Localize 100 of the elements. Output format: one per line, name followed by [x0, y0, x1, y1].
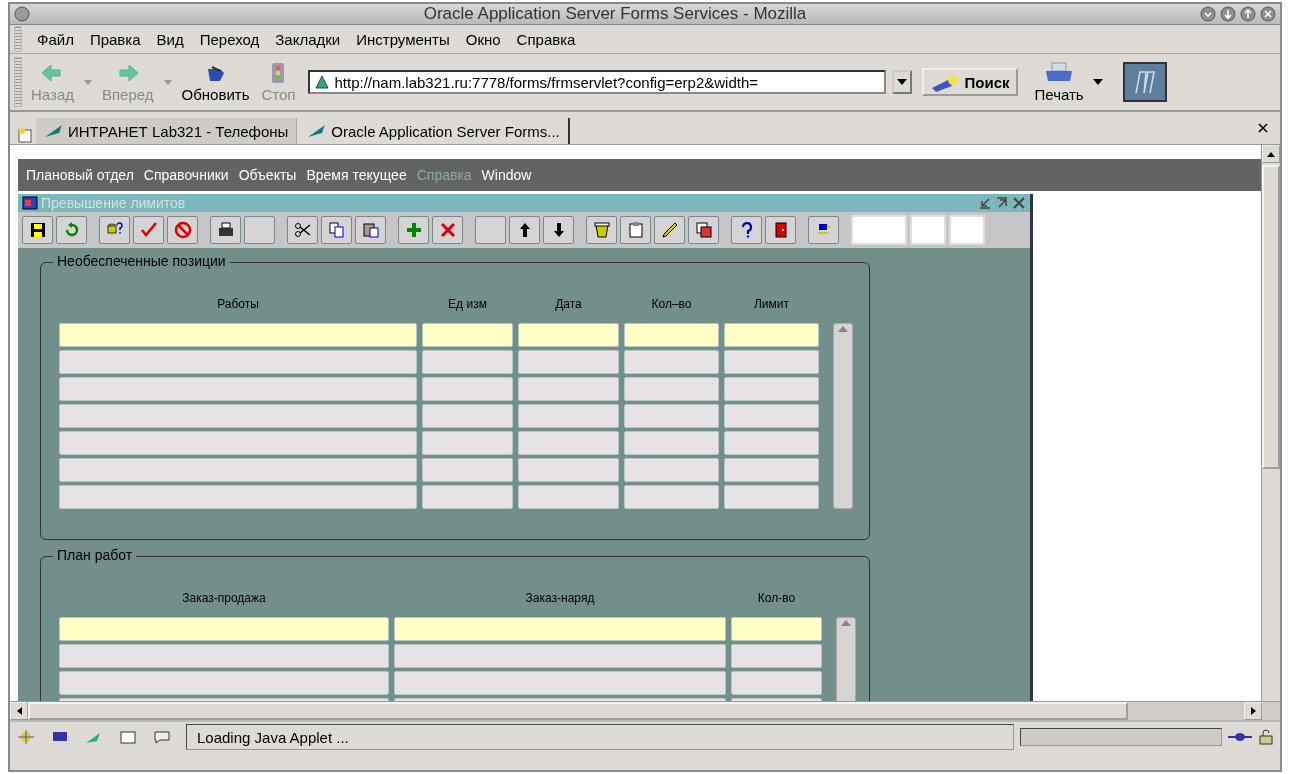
- up-arrow-icon[interactable]: [1267, 151, 1275, 157]
- window-menu-icon[interactable]: [14, 6, 30, 22]
- toolbar-grip[interactable]: [14, 57, 22, 107]
- input-field[interactable]: [731, 671, 822, 695]
- toolbar-button[interactable]: [509, 216, 540, 244]
- input-field[interactable]: [59, 458, 417, 482]
- menu-item[interactable]: Файл: [36, 28, 75, 50]
- address-book-icon[interactable]: [118, 729, 138, 745]
- menu-item[interactable]: Window: [481, 167, 532, 183]
- vertical-scrollbar[interactable]: [833, 323, 853, 509]
- menu-item[interactable]: Переход: [198, 28, 261, 50]
- menu-item[interactable]: Инструменты: [355, 28, 451, 50]
- input-field[interactable]: [422, 323, 513, 347]
- lock-icon[interactable]: [1258, 729, 1274, 745]
- input-field[interactable]: [724, 350, 819, 374]
- input-field[interactable]: [422, 458, 513, 482]
- input-field[interactable]: [724, 323, 819, 347]
- logo[interactable]: [1122, 62, 1167, 102]
- input-field[interactable]: [624, 458, 719, 482]
- scrollbar-thumb[interactable]: [1262, 165, 1280, 469]
- input-field[interactable]: [394, 671, 726, 695]
- online-icon[interactable]: [1228, 730, 1252, 744]
- input-field[interactable]: [910, 215, 946, 245]
- input-field[interactable]: [59, 485, 417, 509]
- input-field[interactable]: [518, 323, 619, 347]
- input-field[interactable]: [518, 377, 619, 401]
- navigator-icon[interactable]: [16, 729, 36, 745]
- input-field[interactable]: [422, 404, 513, 428]
- browser-tab[interactable]: ИНТРАНЕТ Lab321 - Телефоны: [36, 118, 298, 144]
- input-field[interactable]: [724, 404, 819, 428]
- maximize-icon[interactable]: [995, 196, 1009, 210]
- input-field[interactable]: [59, 404, 417, 428]
- input-field[interactable]: [724, 377, 819, 401]
- address-field[interactable]: http://nam.lab321.ru:7778/forms/frmservlet?config=erp2&width=: [308, 70, 887, 94]
- new-tab-icon[interactable]: [16, 126, 34, 144]
- toolbar-button[interactable]: [543, 216, 574, 244]
- input-field[interactable]: [624, 431, 719, 455]
- input-field[interactable]: [724, 485, 819, 509]
- dropdown-button[interactable]: [892, 70, 913, 94]
- caret-icon[interactable]: [1092, 79, 1103, 85]
- input-field[interactable]: [724, 458, 819, 482]
- input-field[interactable]: [724, 431, 819, 455]
- minimize-icon[interactable]: [1200, 6, 1216, 22]
- toolbar-button[interactable]: [654, 216, 685, 244]
- maximize-icon[interactable]: [1240, 6, 1256, 22]
- input-field[interactable]: [518, 458, 619, 482]
- input-field[interactable]: [422, 431, 513, 455]
- scrollbar-thumb[interactable]: [28, 702, 1128, 720]
- toolbar-button[interactable]: [765, 216, 796, 244]
- input-field[interactable]: [59, 617, 389, 641]
- input-field[interactable]: [851, 215, 907, 245]
- input-field[interactable]: [624, 485, 719, 509]
- menu-item[interactable]: Правка: [88, 28, 142, 50]
- input-field[interactable]: [624, 350, 719, 374]
- toolbar-button[interactable]: [731, 216, 762, 244]
- toolbar-button[interactable]: [287, 216, 318, 244]
- search-button[interactable]: Поиск: [922, 68, 1018, 96]
- vertical-scrollbar[interactable]: [1261, 145, 1280, 701]
- menu-item[interactable]: Закладки: [274, 28, 342, 50]
- menu-item[interactable]: Время текущее: [306, 167, 407, 183]
- menu-item[interactable]: Окно: [464, 28, 502, 50]
- input-field[interactable]: [394, 617, 726, 641]
- input-field[interactable]: [59, 323, 417, 347]
- input-field[interactable]: [422, 350, 513, 374]
- right-arrow-icon[interactable]: [1250, 707, 1256, 715]
- menu-item[interactable]: Справка: [515, 28, 577, 50]
- toolbar-grip[interactable]: [14, 26, 22, 52]
- vertical-scrollbar[interactable]: [836, 617, 856, 701]
- input-field[interactable]: [59, 644, 389, 668]
- print-button[interactable]: Печать: [1031, 59, 1087, 105]
- input-field[interactable]: [731, 644, 822, 668]
- input-field[interactable]: [949, 215, 985, 245]
- input-field[interactable]: [624, 323, 719, 347]
- input-field[interactable]: [422, 485, 513, 509]
- input-field[interactable]: [59, 431, 417, 455]
- menu-item[interactable]: Вид: [155, 28, 185, 50]
- input-field[interactable]: [624, 377, 719, 401]
- input-field[interactable]: [59, 671, 389, 695]
- toolbar-button[interactable]: [688, 216, 719, 244]
- input-field[interactable]: [518, 485, 619, 509]
- input-field[interactable]: [422, 377, 513, 401]
- close-icon[interactable]: [1258, 123, 1268, 133]
- toolbar-button[interactable]: [808, 216, 839, 244]
- input-field[interactable]: [59, 377, 417, 401]
- chat-bubble-icon[interactable]: [152, 729, 172, 745]
- input-field[interactable]: [59, 350, 417, 374]
- input-field[interactable]: [731, 617, 822, 641]
- toolbar-button[interactable]: [586, 216, 617, 244]
- toolbar-button[interactable]: Обновить: [178, 59, 253, 105]
- shade-icon[interactable]: [1220, 6, 1236, 22]
- input-field[interactable]: [624, 404, 719, 428]
- input-field[interactable]: [518, 431, 619, 455]
- input-field[interactable]: [518, 404, 619, 428]
- menu-item[interactable]: Объекты: [238, 167, 297, 183]
- toolbar-button[interactable]: [355, 216, 386, 244]
- toolbar-button[interactable]: [22, 216, 53, 244]
- left-arrow-icon[interactable]: [16, 707, 22, 715]
- input-field[interactable]: [518, 350, 619, 374]
- minimize-icon[interactable]: [978, 196, 992, 210]
- menu-item[interactable]: Плановый отдел: [26, 167, 134, 183]
